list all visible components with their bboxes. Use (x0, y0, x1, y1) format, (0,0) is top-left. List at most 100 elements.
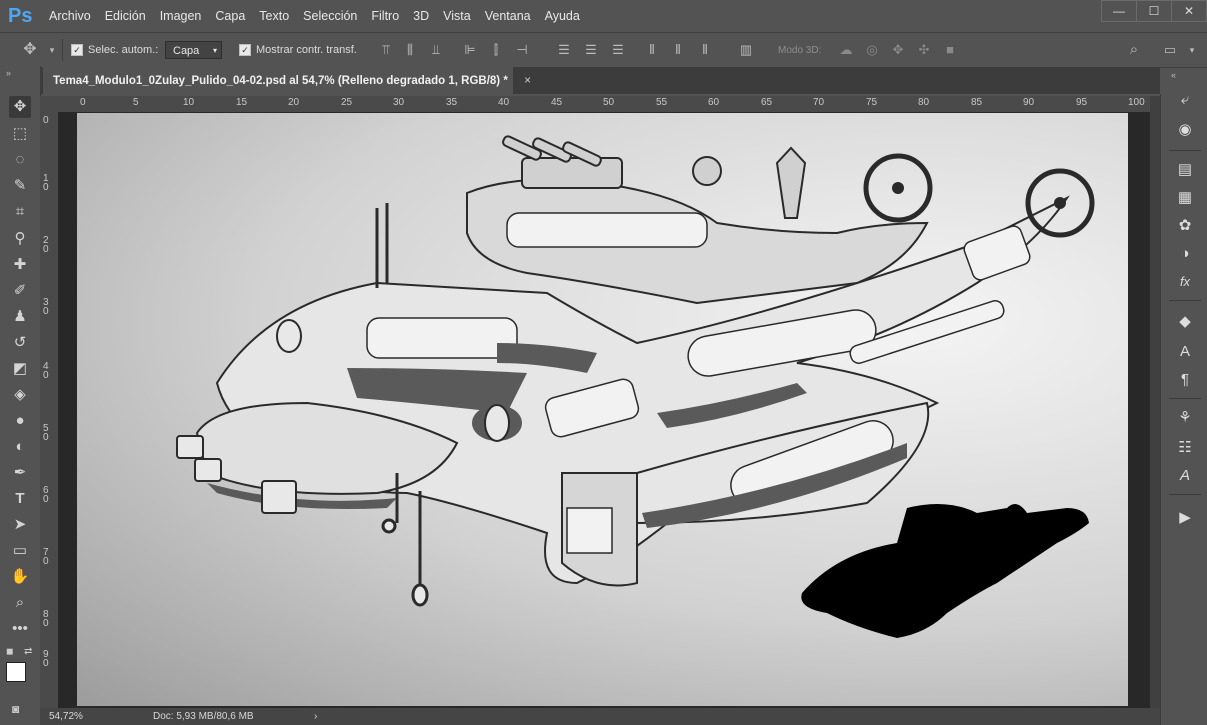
zoom-icon[interactable]: ⌕ (9, 592, 31, 614)
divider (1169, 398, 1201, 399)
align-left-icon[interactable]: ⊫ (462, 42, 478, 58)
ruler-h-label: 0 (80, 97, 86, 108)
glyphs-panel-icon[interactable]: A (1175, 466, 1195, 486)
expand-panels-icon[interactable]: « (1171, 70, 1176, 80)
dodge-icon[interactable]: ◐ (9, 436, 31, 458)
align-vcenter-icon[interactable]: ⫼ (402, 42, 418, 58)
show-transform-checkbox[interactable]: ✓ (239, 44, 251, 56)
layers-panel-icon[interactable]: ◆ (1175, 312, 1195, 332)
ruler-h-label: 50 (603, 97, 615, 108)
menu-items: Archivo Edición Imagen Capa Texto Selecc… (42, 0, 587, 32)
brushes-panel-icon[interactable]: ⚘ (1175, 408, 1195, 428)
distribute-vcenter-icon[interactable]: ☰ (583, 42, 599, 58)
distribute-hcenter-icon[interactable]: ⫴ (670, 42, 686, 58)
adjustments-panel-icon[interactable]: ◑ (1175, 244, 1195, 264)
distribute-top-icon[interactable]: ☰ (556, 42, 572, 58)
blur-icon[interactable]: ● (9, 410, 31, 432)
align-top-icon[interactable]: ⫪ (378, 42, 394, 58)
distribute-bottom-icon[interactable]: ☰ (610, 42, 626, 58)
auto-select-checkbox[interactable]: ✓ (71, 44, 83, 56)
slide-3d-icon[interactable]: ✣ (916, 42, 932, 58)
history-brush-icon[interactable]: ↺ (9, 332, 31, 354)
status-menu-arrow-icon[interactable]: › (314, 708, 317, 725)
crop-icon[interactable]: ⌗ (9, 201, 31, 223)
more-icon[interactable]: ••• (9, 618, 31, 640)
libraries-panel-icon[interactable]: ▤ (1175, 160, 1195, 180)
move-tool-icon[interactable]: ✥ (22, 42, 38, 58)
fx-panel-icon[interactable]: fx (1175, 272, 1195, 292)
swatches-panel-icon[interactable]: ▦ (1175, 188, 1195, 208)
paragraph-panel-icon[interactable]: ¶ (1175, 370, 1195, 390)
show-transform-option[interactable]: ✓ Mostrar contr. transf. (239, 33, 357, 67)
eyedropper-icon[interactable]: ⚲ (9, 228, 31, 250)
pan-3d-icon[interactable]: ✥ (890, 42, 906, 58)
menu-filtro[interactable]: Filtro (364, 0, 406, 32)
quick-mask-icon[interactable]: ◙ (12, 702, 19, 716)
rectangle-icon[interactable]: ▭ (9, 540, 31, 562)
align-bottom-icon[interactable]: ⫫ (428, 42, 444, 58)
minimize-button[interactable]: — (1101, 0, 1137, 22)
color-panel-icon[interactable]: ◉ (1175, 120, 1195, 140)
menu-seleccion[interactable]: Selección (296, 0, 364, 32)
orbit-3d-icon[interactable]: ☁ (838, 42, 854, 58)
hand-icon[interactable]: ✋ (9, 566, 31, 588)
menu-vista[interactable]: Vista (436, 0, 478, 32)
close-button[interactable]: ✕ (1171, 0, 1207, 22)
search-icon[interactable]: ⌕ (1126, 42, 1142, 58)
menu-archivo[interactable]: Archivo (42, 0, 98, 32)
tool-preset-chevron-icon[interactable]: ▾ (44, 42, 60, 58)
menu-ventana[interactable]: Ventana (478, 0, 538, 32)
ruler-h-label: 15 (236, 97, 248, 108)
history-panel-icon[interactable]: ⤶ (1175, 90, 1195, 110)
default-colors-icon[interactable]: ◼ (6, 646, 13, 657)
healing-icon[interactable]: ✚ (9, 254, 31, 276)
auto-select-dropdown[interactable]: Capa ▾ (165, 41, 222, 59)
maximize-button[interactable]: ☐ (1136, 0, 1172, 22)
menu-texto[interactable]: Texto (252, 0, 296, 32)
camera-3d-icon[interactable]: ■ (942, 42, 958, 58)
auto-select-option[interactable]: ✓ Selec. autom.: (71, 33, 158, 67)
workspace-icon[interactable]: ▭ (1162, 42, 1178, 58)
align-right-icon[interactable]: ⊣ (514, 42, 530, 58)
stamp-icon[interactable]: ♟ (9, 306, 31, 328)
menu-edicion[interactable]: Edición (98, 0, 153, 32)
eraser-icon[interactable]: ◩ (9, 358, 31, 380)
type-icon[interactable]: T (9, 488, 31, 510)
styles-panel-icon[interactable]: ✿ (1175, 216, 1195, 236)
actions-panel-icon[interactable]: ▶ (1175, 508, 1195, 528)
align-hcenter-icon[interactable]: ⫿ (488, 42, 504, 58)
menu-imagen[interactable]: Imagen (153, 0, 209, 32)
move-icon[interactable]: ✥ (9, 96, 31, 118)
document-tab[interactable]: Tema4_Modulo1_0Zulay_Pulido_04-02.psd al… (43, 67, 531, 94)
auto-align-icon[interactable]: ▥ (738, 42, 754, 58)
pen-icon[interactable]: ✒ (9, 462, 31, 484)
foreground-color-swatch[interactable] (6, 662, 26, 682)
quick-select-icon[interactable]: ✎ (9, 175, 31, 197)
menu-3d[interactable]: 3D (406, 0, 436, 32)
bucket-icon[interactable]: ◈ (9, 384, 31, 406)
menu-ayuda[interactable]: Ayuda (538, 0, 587, 32)
chevron-down-icon: ▾ (212, 46, 217, 55)
ruler-h-label: 35 (446, 97, 458, 108)
ruler-v-label: 4 0 (43, 361, 49, 381)
menu-capa[interactable]: Capa (208, 0, 252, 32)
marquee-icon[interactable]: ⬚ (9, 123, 31, 145)
character-panel-icon[interactable]: A (1175, 342, 1195, 362)
lasso-icon[interactable]: ◌ (9, 149, 31, 171)
distribute-right-icon[interactable]: ⫴ (697, 42, 713, 58)
document-canvas[interactable] (77, 113, 1128, 706)
window-controls: — ☐ ✕ (1101, 0, 1207, 22)
swap-colors-icon[interactable]: ⇄ (24, 646, 32, 657)
zoom-level[interactable]: 54,72% (49, 708, 83, 725)
path-select-icon[interactable]: ➤ (9, 514, 31, 536)
properties-panel-icon[interactable]: ☷ (1175, 438, 1195, 458)
brush-icon[interactable]: ✐ (9, 280, 31, 302)
ruler-v-label: 3 0 (43, 297, 49, 317)
workspace-chevron-icon[interactable]: ▾ (1184, 42, 1200, 58)
close-tab-icon[interactable]: × (524, 67, 531, 95)
roll-3d-icon[interactable]: ◎ (864, 42, 880, 58)
collapse-toolbox-icon[interactable]: » (6, 68, 11, 78)
vertical-scrollbar[interactable] (1150, 96, 1160, 708)
document-tab-bar: Tema4_Modulo1_0Zulay_Pulido_04-02.psd al… (40, 67, 1160, 94)
distribute-left-icon[interactable]: ⫴ (644, 42, 660, 58)
